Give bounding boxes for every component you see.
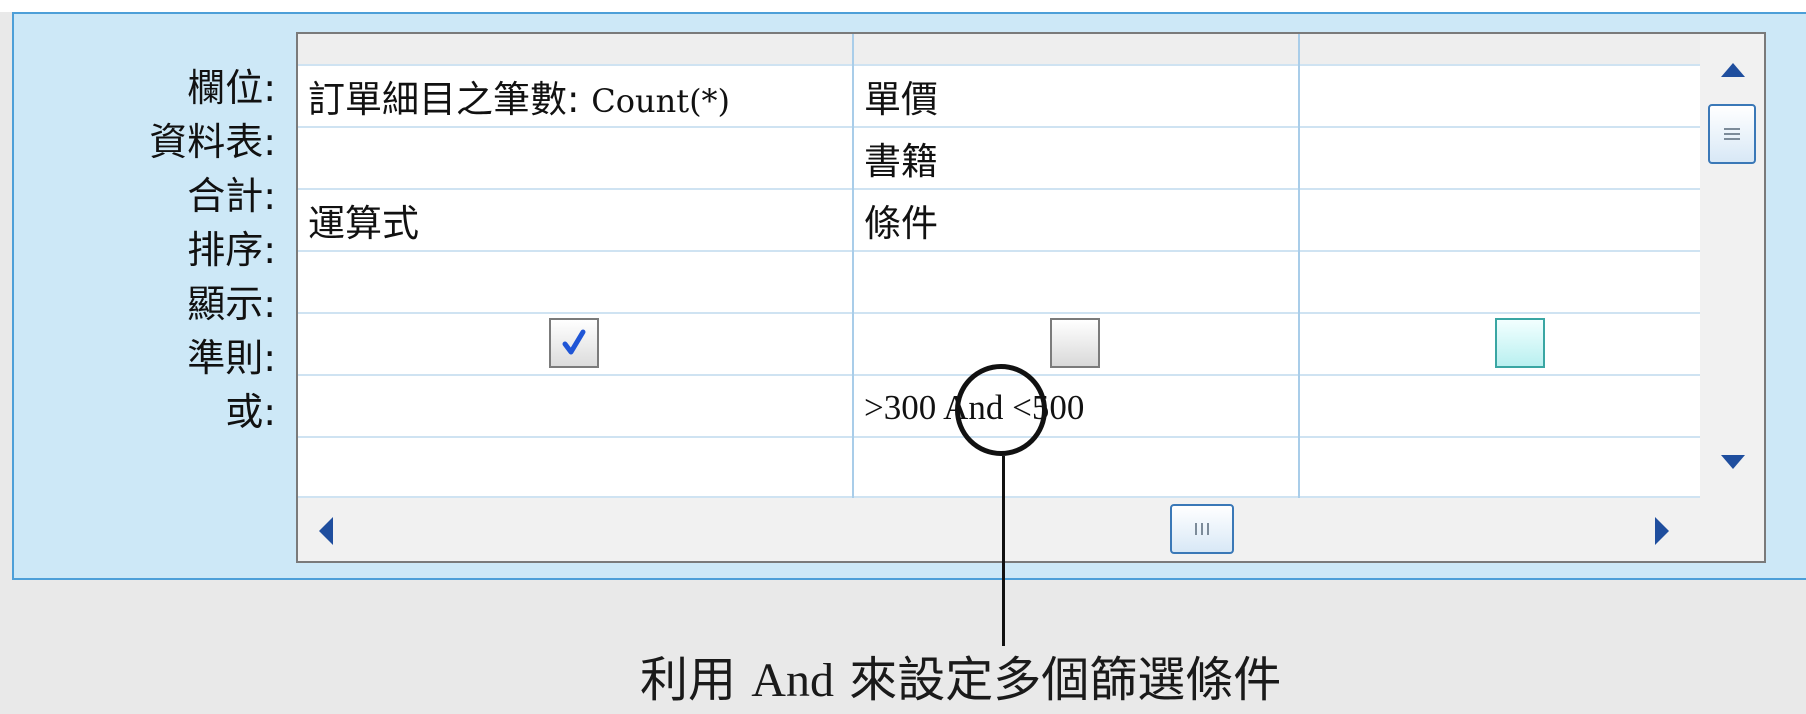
grid-header-row: [298, 34, 1700, 65]
cell-col2-total[interactable]: 條件: [864, 202, 938, 246]
cell-col1-field[interactable]: 訂單細目之筆數: Count(*): [308, 78, 730, 123]
grip-icon: [1724, 128, 1740, 140]
top-strip: [0, 0, 1806, 12]
triangle-right-icon[interactable]: [1654, 516, 1670, 546]
row-separator: [298, 312, 1700, 314]
triangle-up-icon[interactable]: [1720, 62, 1746, 78]
column-separator[interactable]: [1298, 34, 1300, 498]
callout-circle: [955, 364, 1047, 456]
vertical-scrollbar[interactable]: [1700, 34, 1764, 498]
vertical-scroll-thumb[interactable]: [1708, 104, 1756, 164]
triangle-left-icon[interactable]: [318, 516, 334, 546]
cell-col2-field[interactable]: 單價: [864, 78, 938, 122]
caption-part: 來設定多個篩選條件: [849, 652, 1282, 708]
cell-col1-total[interactable]: 運算式: [308, 202, 419, 246]
field-expression-text: Count(*): [591, 82, 731, 120]
row-separator: [298, 188, 1700, 190]
row-separator: [298, 250, 1700, 252]
annotation-caption: 利用 And 來設定多個篩選條件: [640, 652, 1281, 709]
row-label-sort: 排序:: [187, 228, 276, 272]
row-separator: [298, 64, 1700, 66]
row-separator: [298, 126, 1700, 128]
criteria-left-text: >300: [864, 388, 937, 427]
show-checkbox-col1[interactable]: [549, 318, 599, 368]
column-separator[interactable]: [852, 34, 854, 498]
horizontal-scroll-thumb[interactable]: [1170, 504, 1234, 554]
row-label-total: 合計:: [187, 174, 276, 218]
query-design-screenshot: 欄位: 資料表: 合計: 排序: 顯示: 準則: 或: 訂單細目之筆數: Cou…: [0, 0, 1806, 714]
row-label-criteria: 準則:: [187, 336, 276, 380]
checkmark-icon: [562, 329, 586, 355]
caption-keyword: And: [751, 654, 834, 707]
field-name-text: 訂單細目之筆數:: [308, 78, 592, 121]
row-label-table: 資料表:: [149, 120, 276, 164]
row-label-or: 或:: [225, 390, 276, 434]
show-checkbox-col2[interactable]: [1050, 318, 1100, 368]
grip-icon: [1195, 523, 1209, 535]
row-label-field: 欄位:: [187, 66, 276, 110]
row-label-show: 顯示:: [187, 282, 276, 326]
show-checkbox-col3[interactable]: [1495, 318, 1545, 368]
design-grid: 訂單細目之筆數: Count(*) 運算式 單價 書籍 條件 >300 And …: [296, 32, 1766, 563]
caption-part: 利用: [640, 652, 737, 708]
callout-line: [1002, 456, 1005, 646]
horizontal-scrollbar[interactable]: [298, 498, 1700, 561]
scrollbar-corner: [1700, 498, 1764, 561]
triangle-down-icon[interactable]: [1720, 454, 1746, 470]
cell-col2-table[interactable]: 書籍: [864, 140, 938, 184]
